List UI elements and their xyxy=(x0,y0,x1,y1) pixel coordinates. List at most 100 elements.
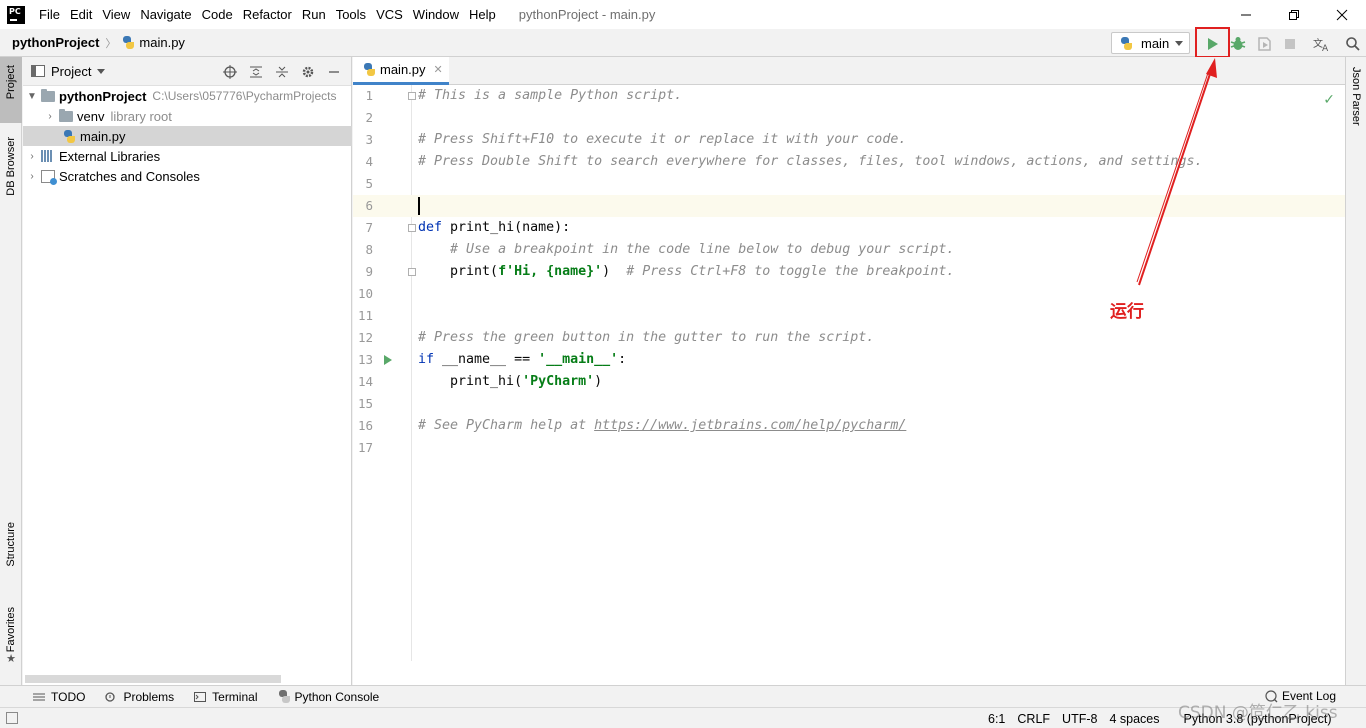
menu-vcs[interactable]: VCS xyxy=(371,0,408,29)
tree-node-main-file[interactable]: main.py xyxy=(23,126,352,146)
collapse-all-button[interactable] xyxy=(269,65,295,79)
code-line[interactable]: 6 xyxy=(353,195,1345,217)
close-window-button[interactable] xyxy=(1318,0,1366,29)
restore-button[interactable] xyxy=(1270,0,1318,29)
tree-node-external-libraries[interactable]: › External Libraries xyxy=(23,146,352,166)
line-number: 6 xyxy=(365,198,373,213)
tab-main-py[interactable]: main.py ✕ xyxy=(353,57,449,85)
tree-node-project-root[interactable]: ▼ pythonProject C:\Users\057776\PycharmP… xyxy=(23,86,352,106)
chevron-right-icon[interactable]: › xyxy=(25,149,39,163)
code-line[interactable]: 12 # Press the green button in the gutter… xyxy=(353,327,1345,349)
chevron-down-icon[interactable]: ▼ xyxy=(25,89,39,103)
run-with-coverage-button[interactable] xyxy=(1254,34,1274,54)
restore-icon xyxy=(1289,9,1299,20)
tree-root-path: C:\Users\057776\PycharmProjects xyxy=(152,89,337,103)
tab-favorites[interactable]: Favorites ★ xyxy=(0,607,22,677)
chevron-right-icon[interactable]: › xyxy=(25,169,39,183)
breadcrumb-project[interactable]: pythonProject xyxy=(12,35,99,50)
menu-code[interactable]: Code xyxy=(197,0,238,29)
debug-bug-icon xyxy=(1230,37,1246,50)
menu-tools[interactable]: Tools xyxy=(331,0,371,29)
status-encoding[interactable]: UTF-8 xyxy=(1062,712,1097,726)
menu-help[interactable]: Help xyxy=(464,0,501,29)
code-line[interactable]: 9 print(f'Hi, {name}') # Press Ctrl+F8 t… xyxy=(353,261,1345,283)
horizontal-scrollbar[interactable] xyxy=(25,675,281,683)
tab-problems[interactable]: Problems xyxy=(105,690,174,704)
crosshair-icon xyxy=(223,64,237,79)
code-line[interactable]: 3 # Press Shift+F10 to execute it or repl… xyxy=(353,129,1345,151)
run-button-highlight-box xyxy=(1195,27,1230,58)
tree-node-venv[interactable]: › venv library root xyxy=(23,106,352,126)
expand-all-button[interactable] xyxy=(243,65,269,79)
code-line[interactable]: 10 xyxy=(353,283,1345,305)
code-editor[interactable]: ✓ 1 # This is a sample Python script. 2 3 # … xyxy=(353,85,1345,685)
title-bar: PC File Edit View Navigate Code Refactor… xyxy=(0,0,1366,29)
stop-icon xyxy=(1285,39,1295,49)
line-number: 12 xyxy=(357,330,373,345)
code-line[interactable]: 17 xyxy=(353,437,1345,459)
db-browser-label: DB Browser xyxy=(5,137,17,196)
tab-json-parser[interactable]: Json Parser xyxy=(1350,67,1362,126)
menu-window[interactable]: Window xyxy=(408,0,464,29)
code-text: # Press Double Shift to search everywher… xyxy=(418,154,1203,169)
menu-navigate[interactable]: Navigate xyxy=(135,0,196,29)
gutter-run-icon[interactable] xyxy=(384,355,392,365)
code-line[interactable]: 11 xyxy=(353,305,1345,327)
terminal-icon xyxy=(194,691,207,702)
status-line-separator[interactable]: CRLF xyxy=(1017,712,1050,726)
code-line[interactable]: 14 print_hi('PyCharm') xyxy=(353,371,1345,393)
tab-todo[interactable]: TODO xyxy=(33,690,85,704)
tab-project-tool[interactable]: Project xyxy=(0,57,22,123)
tab-terminal[interactable]: Terminal xyxy=(194,690,258,704)
code-line[interactable]: 1 # This is a sample Python script. xyxy=(353,85,1345,107)
debug-button[interactable] xyxy=(1228,34,1248,54)
tab-structure[interactable]: Structure xyxy=(0,522,22,592)
code-line[interactable]: 8 # Use a breakpoint in the code line be… xyxy=(353,239,1345,261)
code-text: # This is a sample Python script. xyxy=(418,88,683,103)
code-line[interactable]: 2 xyxy=(353,107,1345,129)
line-number: 7 xyxy=(365,220,373,235)
search-everywhere-button[interactable] xyxy=(1343,34,1363,54)
chevron-down-icon[interactable] xyxy=(97,68,106,74)
menu-run[interactable]: Run xyxy=(297,0,331,29)
stop-button[interactable] xyxy=(1280,34,1300,54)
toggle-tool-windows-icon[interactable] xyxy=(6,712,18,724)
close-tab-icon[interactable]: ✕ xyxy=(434,63,443,76)
coverage-icon xyxy=(1258,37,1271,51)
code-line[interactable]: 4 # Press Double Shift to search everywhe… xyxy=(353,151,1345,173)
breadcrumb-file-label: main.py xyxy=(139,35,185,50)
tab-python-console[interactable]: Python Console xyxy=(278,690,379,704)
fold-marker-icon[interactable] xyxy=(408,224,416,232)
code-line[interactable]: 16 # See PyCharm help at https://www.jetb… xyxy=(353,415,1345,437)
menu-file[interactable]: File xyxy=(34,0,65,29)
python-config-icon xyxy=(1120,36,1133,50)
project-view-selector[interactable]: Project xyxy=(51,64,91,79)
tree-root-label: pythonProject xyxy=(59,88,147,104)
code-line[interactable]: 5 xyxy=(353,173,1345,195)
fold-marker-icon[interactable] xyxy=(408,268,416,276)
python-file-icon xyxy=(122,36,135,49)
expand-all-icon xyxy=(250,66,262,77)
project-options-button[interactable] xyxy=(295,65,321,79)
code-line[interactable]: 15 xyxy=(353,393,1345,415)
menu-refactor[interactable]: Refactor xyxy=(238,0,297,29)
breadcrumb-file[interactable]: main.py xyxy=(122,35,185,50)
status-caret-position[interactable]: 6:1 xyxy=(988,712,1005,726)
tab-db-browser[interactable]: DB Browser xyxy=(0,137,22,222)
minimize-button[interactable] xyxy=(1222,0,1270,29)
tree-external-libraries-label: External Libraries xyxy=(59,148,161,164)
structure-label: Structure xyxy=(5,522,17,567)
code-line[interactable]: 13 if __name__ == '__main__': xyxy=(353,349,1345,371)
status-indent[interactable]: 4 spaces xyxy=(1109,712,1159,726)
menu-edit[interactable]: Edit xyxy=(65,0,97,29)
code-line[interactable]: 7 def print_hi(name): xyxy=(353,217,1345,239)
project-panel-toolbar xyxy=(217,57,347,86)
hide-panel-button[interactable] xyxy=(321,65,347,79)
chevron-right-icon[interactable]: › xyxy=(43,109,57,123)
menu-view[interactable]: View xyxy=(97,0,135,29)
select-opened-file-button[interactable] xyxy=(217,64,243,79)
tree-node-scratches[interactable]: › Scratches and Consoles xyxy=(23,166,352,186)
run-configuration-selector[interactable]: main xyxy=(1111,32,1190,54)
fold-marker-icon[interactable] xyxy=(408,92,416,100)
translate-button[interactable]: 文 A xyxy=(1312,34,1332,54)
